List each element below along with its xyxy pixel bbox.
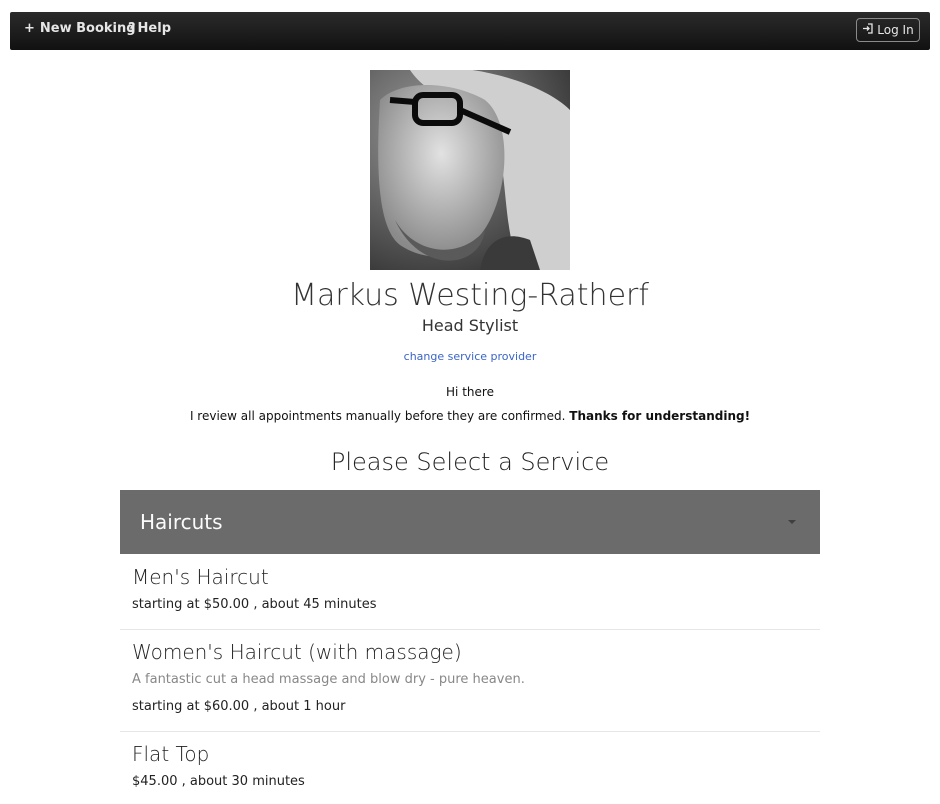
change-provider-link[interactable]: change service provider xyxy=(0,350,940,363)
service-item-mens-haircut[interactable]: Men's Haircut starting at $50.00 , about… xyxy=(120,554,820,630)
provider-name: Markus Westing-Ratherf xyxy=(291,278,649,313)
help-label: Help xyxy=(137,21,172,36)
login-button[interactable]: Log In xyxy=(856,18,920,42)
provider-role: Head Stylist xyxy=(421,316,519,335)
service-item-womens-haircut[interactable]: Women's Haircut (with massage) A fantast… xyxy=(120,630,820,732)
service-price-duration: starting at $50.00 , about 45 minutes xyxy=(132,597,377,612)
service-price-duration: starting at $60.00 , about 1 hour xyxy=(132,699,346,714)
category-haircuts-toggle[interactable]: Haircuts xyxy=(120,490,820,554)
question-icon: ? xyxy=(128,21,136,36)
service-name: Men's Haircut xyxy=(132,565,269,589)
review-notice: I review all appointments manually befor… xyxy=(0,409,940,423)
new-booking-link[interactable]: + New Booking xyxy=(24,12,136,50)
plus-icon: + xyxy=(24,21,35,36)
provider-photo xyxy=(370,70,570,270)
help-link[interactable]: ? Help xyxy=(128,12,171,50)
service-item-flat-top[interactable]: Flat Top $45.00 , about 30 minutes xyxy=(120,732,820,804)
new-booking-label: New Booking xyxy=(39,21,136,36)
select-service-title: Please Select a Service xyxy=(330,448,610,476)
service-name: Flat Top xyxy=(132,742,210,766)
service-price-duration: $45.00 , about 30 minutes xyxy=(132,774,305,789)
notice-text: I review all appointments manually befor… xyxy=(189,409,566,423)
sign-in-icon xyxy=(862,19,873,41)
greeting-text: Hi there xyxy=(446,385,494,399)
category-label: Haircuts xyxy=(140,510,223,534)
top-navbar: + New Booking ? Help Log In xyxy=(10,12,930,50)
service-name: Women's Haircut (with massage) xyxy=(132,640,462,664)
notice-bold-text: Thanks for understanding! xyxy=(569,409,751,423)
login-label: Log In xyxy=(877,23,914,37)
service-description: A fantastic cut a head massage and blow … xyxy=(132,672,525,687)
caret-down-icon xyxy=(788,520,796,524)
